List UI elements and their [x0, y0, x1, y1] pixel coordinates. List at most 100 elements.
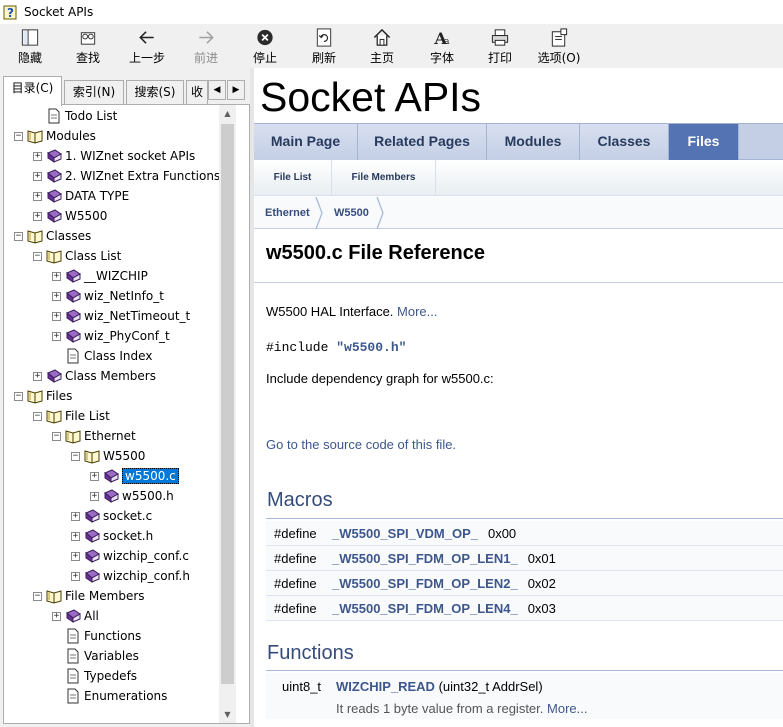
expand-icon[interactable]: + [33, 371, 42, 381]
tree-item[interactable]: − Files [14, 386, 72, 406]
expand-icon[interactable]: + [33, 191, 42, 201]
tree-item[interactable]: + wiz_PhyConf_t [52, 326, 170, 346]
font-button[interactable]: Aa 字体 [426, 26, 458, 66]
back-button[interactable]: 上一步 [126, 26, 168, 66]
tree-item[interactable]: + w5500.h [90, 486, 174, 506]
expand-icon[interactable]: + [71, 571, 80, 581]
sub-nav-file-list[interactable]: File List [254, 160, 332, 195]
find-button[interactable]: 查找 [72, 26, 104, 66]
tab-favorites[interactable]: 收 [186, 80, 208, 104]
tree-item[interactable]: + wizchip_conf.c [71, 546, 189, 566]
tree-item[interactable]: − File Members [33, 586, 145, 606]
tab-index[interactable]: 索引(N) [64, 80, 124, 104]
expand-icon[interactable]: + [33, 171, 42, 181]
tree-item[interactable]: + __WIZCHIP [52, 266, 148, 286]
tree-item[interactable]: Todo List [33, 106, 117, 126]
tree-item[interactable]: + wiz_NetTimeout_t [52, 306, 190, 326]
expand-icon[interactable]: + [52, 331, 61, 341]
main-nav-modules[interactable]: Modules [487, 124, 580, 160]
expand-icon[interactable]: + [52, 611, 61, 621]
print-button[interactable]: 打印 [484, 26, 516, 66]
options-button[interactable]: 选项(O) [536, 26, 582, 66]
macro-name-link[interactable]: _W5500_SPI_FDM_OP_LEN4_ [332, 601, 518, 616]
forward-button[interactable]: 前进 [190, 26, 222, 66]
tab-scroll-right-icon[interactable]: ▶ [227, 80, 245, 100]
tree-item[interactable]: − Classes [14, 226, 91, 246]
collapse-icon[interactable]: − [33, 251, 42, 261]
tree-item[interactable]: − Class List [33, 246, 121, 266]
collapse-icon[interactable]: − [33, 591, 42, 601]
expand-icon[interactable]: + [52, 311, 61, 321]
scroll-down-icon[interactable]: ▼ [219, 706, 236, 723]
expand-icon[interactable]: + [33, 211, 42, 221]
collapse-icon[interactable]: − [14, 231, 23, 241]
function-name-link[interactable]: WIZCHIP_READ [336, 679, 435, 694]
tab-search[interactable]: 搜索(S) [126, 80, 184, 104]
sub-nav-file-members[interactable]: File Members [332, 160, 436, 195]
macro-name-link[interactable]: _W5500_SPI_FDM_OP_LEN2_ [332, 576, 518, 591]
tree-scrollbar[interactable]: ▲ ▼ [219, 105, 236, 723]
expand-icon[interactable]: + [52, 271, 61, 281]
tree-item[interactable]: + socket.c [71, 506, 152, 526]
macro-value: 0x01 [527, 550, 556, 566]
collapse-icon[interactable]: − [14, 391, 23, 401]
page-icon [67, 628, 79, 644]
tree-item[interactable]: + w5500.c [90, 466, 179, 486]
home-button[interactable]: 主页 [366, 26, 398, 66]
macro-name-link[interactable]: _W5500_SPI_VDM_OP_ [332, 526, 478, 541]
tree-item[interactable]: + wiz_NetInfo_t [52, 286, 164, 306]
main-nav-main-page[interactable]: Main Page [254, 124, 358, 160]
tree-item[interactable]: Variables [52, 646, 139, 666]
breadcrumb-w5500[interactable]: W5500 [334, 197, 369, 229]
brief-more-link[interactable]: More... [397, 304, 437, 319]
refresh-button[interactable]: 刷新 [308, 26, 340, 66]
tab-scroll-left-icon[interactable]: ◀ [208, 80, 226, 100]
tree-item[interactable]: − Ethernet [52, 426, 136, 446]
tree-item-label: socket.h [103, 529, 154, 543]
expand-icon[interactable]: + [71, 511, 80, 521]
macro-row: #define _W5500_SPI_VDM_OP_ 0x00 [266, 521, 783, 546]
tree-item[interactable]: + DATA TYPE [33, 186, 129, 206]
tree-item[interactable]: − W5500 [71, 446, 145, 466]
function-more-link[interactable]: More... [547, 701, 587, 716]
tab-contents[interactable]: 目录(C) [3, 76, 62, 106]
source-code-link[interactable]: Go to the source code of this file. [266, 437, 456, 452]
expand-icon[interactable]: + [33, 151, 42, 161]
breadcrumb-ethernet[interactable]: Ethernet [265, 197, 310, 229]
macro-name-link[interactable]: _W5500_SPI_FDM_OP_LEN1_ [332, 551, 518, 566]
expand-icon[interactable]: + [90, 491, 99, 501]
tree-item[interactable]: Functions [52, 626, 141, 646]
tree-item[interactable]: Typedefs [52, 666, 137, 686]
tree-item[interactable]: + socket.h [71, 526, 153, 546]
main-nav-related-pages[interactable]: Related Pages [358, 124, 487, 160]
stop-button[interactable]: 停止 [249, 26, 281, 66]
tree-item[interactable]: + wizchip_conf.h [71, 566, 190, 586]
expand-icon[interactable]: + [71, 531, 80, 541]
collapse-icon[interactable]: − [71, 451, 80, 461]
tree-item[interactable]: + All [52, 606, 99, 626]
collapse-icon[interactable]: − [33, 411, 42, 421]
tree-item[interactable]: Class Index [52, 346, 152, 366]
tree-item[interactable]: − File List [33, 406, 110, 426]
main-nav-classes[interactable]: Classes [580, 124, 669, 160]
tree-item[interactable]: − Modules [14, 126, 96, 146]
tree-item[interactable]: +2. WIZnet Extra Functions [33, 166, 220, 186]
tree-item[interactable]: Enumerations [52, 686, 167, 706]
scrollbar-thumb[interactable] [221, 124, 234, 684]
tree-item-label: Classes [46, 229, 92, 243]
include-file-link[interactable]: "w5500.h" [336, 340, 406, 355]
collapse-icon[interactable]: − [52, 431, 61, 441]
tree-item-label: DATA TYPE [65, 189, 130, 203]
include-directive: #include [266, 340, 337, 355]
tree-item[interactable]: +1. WIZnet socket APIs [33, 146, 195, 166]
macro-value: 0x02 [527, 575, 556, 591]
expand-icon[interactable]: + [90, 471, 99, 481]
scroll-up-icon[interactable]: ▲ [219, 105, 236, 122]
tree-item[interactable]: + W5500 [33, 206, 107, 226]
tree-item[interactable]: + Class Members [33, 366, 156, 386]
collapse-icon[interactable]: − [14, 131, 23, 141]
expand-icon[interactable]: + [52, 291, 61, 301]
expand-icon[interactable]: + [71, 551, 80, 561]
hide-button[interactable]: 隐藏 [14, 26, 46, 66]
main-nav-files[interactable]: Files [669, 124, 739, 160]
